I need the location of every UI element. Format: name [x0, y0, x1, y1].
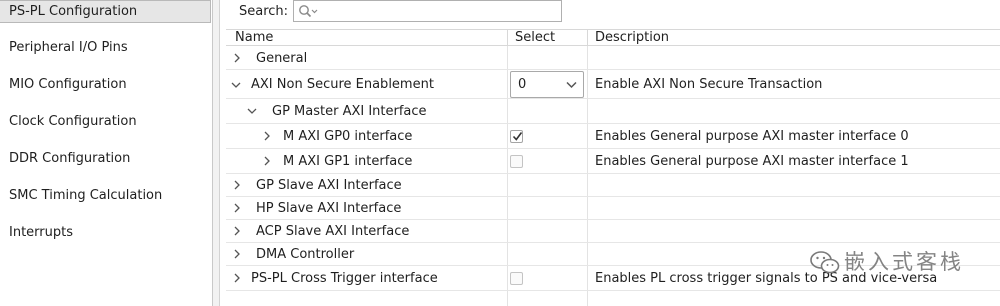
chevron-right-icon[interactable] [232, 53, 242, 63]
row-name: HP Slave AXI Interface [256, 201, 402, 216]
column-divider[interactable] [507, 30, 508, 46]
row-description: Enable AXI Non Secure Transaction [595, 77, 823, 92]
nav-item-mio-configuration[interactable]: MIO Configuration [0, 73, 211, 96]
column-header-description[interactable]: Description [595, 30, 669, 46]
nav-item-interrupts[interactable]: Interrupts [0, 221, 211, 244]
chevron-right-icon[interactable] [232, 226, 242, 236]
row-name: M AXI GP1 interface [283, 154, 413, 169]
table-row[interactable]: M AXI GP0 interface Enables General purp… [226, 124, 1000, 149]
chevron-down-icon[interactable] [231, 80, 241, 90]
dropdown-value: 0 [518, 77, 527, 92]
row-name: GP Master AXI Interface [272, 104, 427, 119]
search-label: Search: [239, 4, 289, 19]
nav-item-smc-timing-calculation[interactable]: SMC Timing Calculation [0, 184, 211, 207]
watermark-text: 嵌入式客栈 [844, 250, 964, 274]
wechat-icon [810, 251, 840, 274]
nav-item-peripheral-io-pins[interactable]: Peripheral I/O Pins [0, 36, 211, 59]
checkmark-icon [512, 132, 523, 141]
chevron-right-icon[interactable] [232, 203, 242, 213]
row-name: General [256, 51, 308, 66]
chevron-right-icon[interactable] [262, 131, 272, 141]
chevron-right-icon[interactable] [232, 180, 242, 190]
row-name: ACP Slave AXI Interface [256, 224, 410, 239]
column-header-name[interactable]: Name [235, 30, 273, 46]
row-name: M AXI GP0 interface [283, 129, 413, 144]
row-name: AXI Non Secure Enablement [251, 77, 434, 92]
column-header-select[interactable]: Select [515, 30, 555, 46]
table-row[interactable]: General [226, 46, 1000, 70]
chevron-right-icon[interactable] [262, 156, 272, 166]
chevron-right-icon[interactable] [232, 273, 242, 283]
row-name: GP Slave AXI Interface [256, 178, 402, 193]
gp1-enable-checkbox[interactable] [510, 155, 523, 168]
table-row[interactable]: GP Slave AXI Interface [226, 174, 1000, 197]
search-input[interactable] [293, 0, 562, 22]
row-name: PS-PL Cross Trigger interface [251, 271, 438, 286]
sidebar-nav: PS-PL Configuration Peripheral I/O Pins … [0, 0, 213, 306]
table-header: Name Select Description [226, 29, 1000, 46]
chevron-down-icon[interactable] [247, 106, 257, 116]
gp0-enable-checkbox[interactable] [510, 130, 523, 143]
chevron-down-icon[interactable] [566, 81, 577, 89]
chevron-right-icon[interactable] [232, 249, 242, 259]
splitter[interactable] [213, 0, 220, 306]
axi-non-secure-select[interactable]: 0 [510, 71, 584, 98]
row-description: Enables General purpose AXI master inter… [595, 129, 909, 144]
table-row[interactable]: GP Master AXI Interface [226, 99, 1000, 124]
column-divider[interactable] [587, 30, 588, 46]
nav-item-clock-configuration[interactable]: Clock Configuration [0, 110, 211, 133]
table-row[interactable]: M AXI GP1 interface Enables General purp… [226, 149, 1000, 174]
table-row[interactable]: AXI Non Secure Enablement 0 Enable AXI N… [226, 70, 1000, 99]
row-name: DMA Controller [256, 247, 355, 262]
nav-item-ps-pl-configuration[interactable]: PS-PL Configuration [0, 0, 211, 23]
search-icon[interactable] [298, 4, 318, 19]
watermark: 嵌入式客栈 [810, 244, 980, 284]
nav-item-ddr-configuration[interactable]: DDR Configuration [0, 147, 211, 170]
table-row[interactable]: ACP Slave AXI Interface [226, 220, 1000, 243]
cross-trigger-checkbox[interactable] [510, 272, 523, 285]
table-row[interactable]: HP Slave AXI Interface [226, 197, 1000, 220]
row-description: Enables General purpose AXI master inter… [595, 154, 909, 169]
